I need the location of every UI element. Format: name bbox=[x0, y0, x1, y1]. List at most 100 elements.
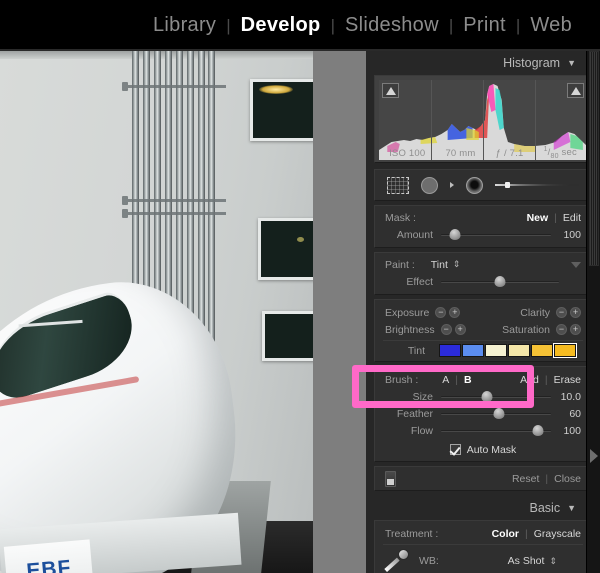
amount-slider[interactable] bbox=[441, 229, 551, 240]
brush-stroke-preview bbox=[495, 180, 579, 190]
clarity-increase-button[interactable]: + bbox=[570, 307, 581, 318]
hangar-window bbox=[250, 79, 313, 141]
tint-swatch[interactable] bbox=[531, 344, 553, 357]
cockpit-frame-bar bbox=[18, 319, 83, 328]
treatment-grayscale-button[interactable]: Grayscale bbox=[534, 528, 581, 540]
feather-row: Feather 60 bbox=[375, 405, 591, 422]
scrollbar-thumb[interactable] bbox=[589, 51, 599, 266]
size-row: Size 10.0 bbox=[375, 388, 591, 405]
mask-edit-button[interactable]: Edit bbox=[563, 212, 581, 224]
paint-stepper-icon[interactable]: ⇕ bbox=[453, 260, 461, 269]
feather-slider[interactable] bbox=[441, 408, 551, 419]
size-value[interactable]: 10.0 bbox=[551, 391, 581, 403]
feather-value[interactable]: 60 bbox=[551, 408, 581, 420]
adjustment-brush-icon[interactable] bbox=[466, 176, 483, 194]
effect-controls-box: Exposure − + Clarity − + Brightness − + bbox=[374, 299, 592, 362]
reset-button[interactable]: Reset bbox=[512, 473, 539, 485]
panel-switch[interactable] bbox=[385, 470, 396, 487]
module-slideshow[interactable]: Slideshow bbox=[335, 15, 449, 35]
paint-row: Paint : Tint ⇕ bbox=[375, 256, 591, 273]
amount-value[interactable]: 100 bbox=[551, 229, 581, 241]
white-balance-eyedropper[interactable] bbox=[384, 548, 411, 573]
image-canvas[interactable]: EBF bbox=[0, 51, 366, 573]
effect-control-row: Exposure − + Clarity − + bbox=[375, 304, 591, 321]
graduated-filter-icon[interactable] bbox=[421, 176, 438, 194]
brightness-increase-button[interactable]: + bbox=[454, 324, 466, 335]
chevron-right-icon bbox=[450, 182, 454, 188]
clarity-decrease-button[interactable]: − bbox=[556, 307, 567, 318]
flow-slider[interactable] bbox=[441, 425, 551, 436]
brush-separator: | bbox=[455, 373, 459, 386]
right-panel: Histogram ▼ ISO 100 70 mm ƒ / 7.1 1/80 s… bbox=[366, 51, 600, 573]
treatment-color-button[interactable]: Color bbox=[492, 528, 519, 540]
tool-strip bbox=[375, 170, 591, 200]
exposure-decrease-button[interactable]: − bbox=[435, 307, 447, 318]
module-print[interactable]: Print bbox=[453, 15, 516, 35]
paint-effect-value[interactable]: Tint bbox=[431, 259, 448, 271]
histogram-plot[interactable]: ISO 100 70 mm ƒ / 7.1 1/80 sec bbox=[379, 80, 587, 160]
close-button[interactable]: Close bbox=[554, 473, 581, 485]
histogram-header[interactable]: Histogram ▼ bbox=[366, 51, 600, 75]
hangar-window bbox=[258, 218, 313, 280]
exif-iso: ISO 100 bbox=[389, 148, 426, 159]
brush-option-a[interactable]: A bbox=[442, 374, 449, 386]
paint-label: Paint : bbox=[385, 258, 415, 271]
brush-option-add[interactable]: Add bbox=[520, 374, 539, 386]
photo-preview[interactable]: EBF bbox=[0, 51, 313, 573]
crop-overlay-icon[interactable] bbox=[387, 176, 409, 194]
tint-swatch[interactable] bbox=[439, 344, 461, 357]
size-slider[interactable] bbox=[441, 391, 551, 402]
brush-option-b[interactable]: B bbox=[464, 374, 472, 386]
shadow-clipping-indicator[interactable] bbox=[382, 83, 399, 98]
module-web[interactable]: Web bbox=[520, 15, 582, 35]
brush-footer-box: Reset | Close bbox=[374, 466, 592, 491]
chevron-down-icon[interactable]: ▼ bbox=[567, 503, 576, 513]
amount-label: Amount bbox=[396, 228, 433, 241]
window-ceiling-light bbox=[259, 85, 293, 94]
effect-control-row: Brightness − + Saturation − + bbox=[375, 321, 591, 338]
exif-shutter-speed: 1/80 sec bbox=[543, 146, 577, 160]
highlight-clipping-indicator[interactable] bbox=[567, 83, 584, 98]
amount-slider-knob[interactable] bbox=[449, 229, 461, 240]
module-develop[interactable]: Develop bbox=[231, 15, 331, 35]
panel-collapse-arrow[interactable] bbox=[588, 445, 600, 467]
effect-slider-knob[interactable] bbox=[494, 276, 506, 287]
window-glint bbox=[297, 237, 304, 242]
mask-new-button[interactable]: New bbox=[527, 212, 549, 224]
flow-row: Flow 100 bbox=[375, 422, 591, 439]
feather-slider-knob[interactable] bbox=[493, 408, 505, 419]
exposure-increase-button[interactable]: + bbox=[449, 307, 461, 318]
mask-separator: | bbox=[554, 211, 557, 224]
exif-focal-length: 70 mm bbox=[445, 148, 476, 159]
wb-label: WB: bbox=[419, 555, 439, 567]
panel-scrollbar[interactable] bbox=[586, 51, 600, 573]
module-library[interactable]: Library bbox=[143, 15, 226, 35]
basic-panel-header[interactable]: Basic ▼ bbox=[366, 496, 600, 520]
size-slider-knob[interactable] bbox=[481, 391, 493, 402]
saturation-decrease-button[interactable]: − bbox=[556, 324, 567, 335]
flow-slider-knob[interactable] bbox=[532, 425, 544, 436]
auto-mask-label: Auto Mask bbox=[466, 443, 517, 456]
basic-box: Treatment : Color | Grayscale WB: As Sho… bbox=[374, 520, 592, 573]
wb-value[interactable]: As Shot bbox=[508, 555, 545, 567]
treatment-row: Treatment : Color | Grayscale bbox=[375, 525, 591, 542]
tint-label: Tint bbox=[407, 344, 425, 357]
brush-option-erase[interactable]: Erase bbox=[554, 374, 581, 386]
saturation-increase-button[interactable]: + bbox=[570, 324, 581, 335]
pipe-band bbox=[122, 209, 226, 218]
tint-swatch[interactable] bbox=[462, 344, 484, 357]
footer-separator: | bbox=[545, 472, 549, 485]
auto-mask-row[interactable]: Auto Mask bbox=[375, 441, 591, 458]
auto-mask-checkbox[interactable] bbox=[449, 444, 461, 455]
flow-value[interactable]: 100 bbox=[551, 425, 581, 437]
wb-stepper-icon[interactable]: ⇕ bbox=[549, 556, 557, 566]
brush-separator: | bbox=[544, 373, 548, 386]
effect-slider[interactable] bbox=[441, 276, 559, 287]
tint-swatch[interactable] bbox=[508, 344, 530, 357]
tint-swatch-selected[interactable] bbox=[553, 343, 577, 358]
brightness-decrease-button[interactable]: − bbox=[440, 324, 452, 335]
chevron-down-icon[interactable] bbox=[571, 261, 581, 268]
tint-swatch[interactable] bbox=[485, 344, 507, 357]
treatment-separator: | bbox=[525, 527, 528, 540]
chevron-down-icon[interactable]: ▼ bbox=[567, 58, 576, 68]
